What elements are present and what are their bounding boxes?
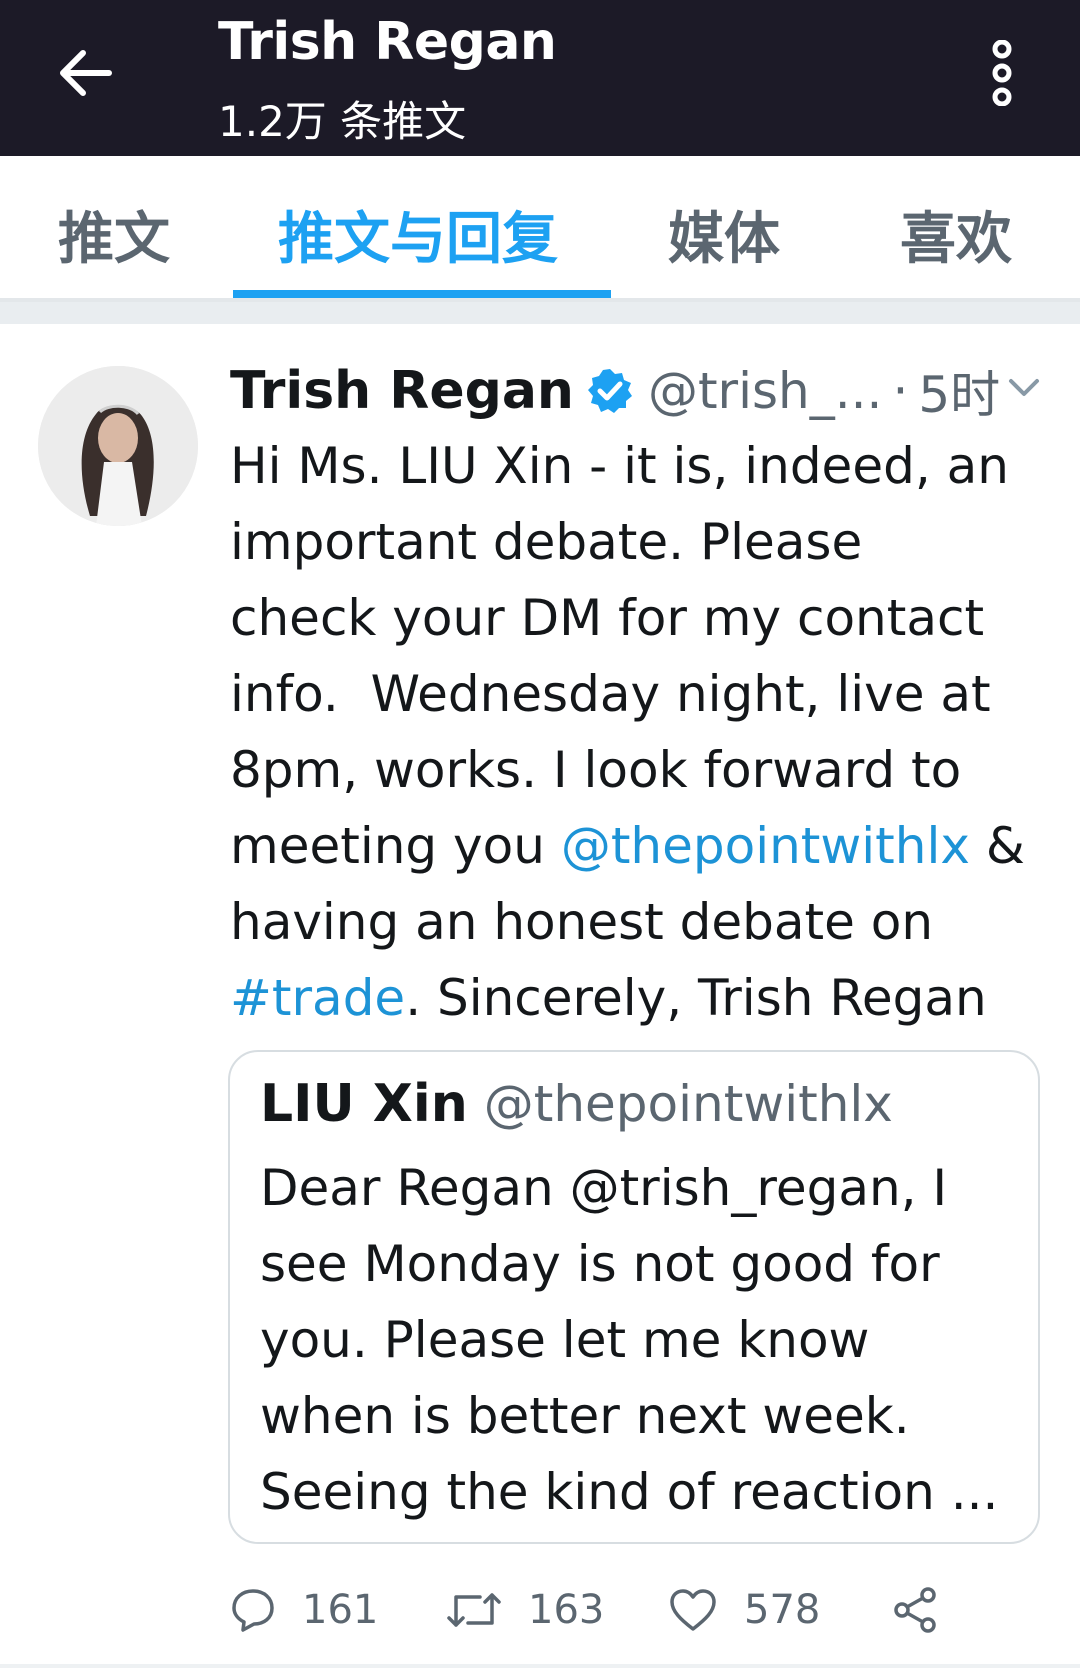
chevron-down-icon — [1009, 379, 1039, 396]
tweet-line: having an honest debate on — [230, 893, 934, 951]
tweet-text-span: . Sincerely, Trish Regan — [405, 969, 987, 1027]
tab-tweets[interactable]: 推文 — [58, 194, 170, 275]
tweet-line: 8pm, works. I look forward to — [230, 741, 962, 799]
app-bar: Trish Regan 1.2万 条推文 — [0, 0, 1080, 156]
quoted-tweet-card[interactable]: LIU Xin @thepointwithlx Dear Regan @tris… — [228, 1050, 1040, 1544]
more-vertical-icon — [992, 40, 1012, 106]
tweet-menu-button[interactable] — [1004, 368, 1044, 408]
reply-icon — [232, 1589, 274, 1632]
share-button[interactable] — [890, 1565, 940, 1655]
like-button[interactable]: 578 — [668, 1565, 820, 1655]
retweet-button[interactable]: 163 — [446, 1565, 604, 1655]
profile-tabs: 推文 推文与回复 媒体 喜欢 — [0, 156, 1080, 298]
tweet-actions: 161 163 578 — [0, 1565, 1080, 1655]
author-name[interactable]: Trish Regan — [230, 361, 574, 421]
quoted-tweet-line: when is better next week. — [260, 1387, 910, 1445]
active-tab-indicator — [233, 290, 611, 298]
reply-button[interactable]: 161 — [230, 1565, 378, 1655]
author-handle[interactable]: @trish_... — [648, 362, 882, 420]
tweet-line: check your DM for my contact — [230, 589, 985, 647]
tweet-time[interactable]: 5时 — [918, 355, 1000, 427]
tweet-line: meeting you @thepointwithlx & — [230, 808, 1060, 884]
quoted-tweet-line: see Monday is not good for — [260, 1235, 940, 1293]
verified-badge-icon — [586, 367, 634, 415]
mention-link[interactable]: @thepointwithlx — [561, 817, 970, 875]
heart-icon — [670, 1589, 716, 1631]
tweet-line: important debate. Please — [230, 513, 863, 571]
avatar-portrait-icon — [38, 366, 198, 526]
back-button[interactable] — [50, 38, 120, 108]
tab-tweets-and-replies[interactable]: 推文与回复 — [278, 194, 558, 275]
tweet-count: 1.2万 条推文 — [218, 97, 467, 146]
share-icon — [894, 1587, 936, 1633]
tweet-line: #trade. Sincerely, Trish Regan — [230, 960, 1060, 1036]
more-button[interactable] — [980, 38, 1024, 108]
tab-media[interactable]: 媒体 — [668, 194, 780, 275]
profile-title: Trish Regan — [218, 12, 557, 72]
reply-count: 161 — [302, 1587, 379, 1633]
like-count: 578 — [744, 1587, 821, 1633]
section-gap — [0, 302, 1080, 324]
quoted-tweet-line: you. Please let me know — [260, 1311, 870, 1369]
quoted-tweet-header: LIU Xin @thepointwithlx — [260, 1074, 893, 1134]
avatar[interactable] — [38, 366, 198, 526]
hashtag-link[interactable]: #trade — [230, 969, 405, 1027]
tweet-text-span: meeting you — [230, 817, 561, 875]
quoted-author-handle: @thepointwithlx — [483, 1075, 893, 1133]
tweet-line: Hi Ms. LIU Xin - it is, indeed, an — [230, 437, 1009, 495]
quoted-tweet-line: Dear Regan @trish_regan, I — [260, 1159, 948, 1217]
quoted-tweet-line: Seeing the kind of reaction ... — [260, 1463, 999, 1521]
separator-dot: · — [892, 362, 909, 420]
quoted-author-name: LIU Xin — [260, 1074, 468, 1134]
tweet-body: Hi Ms. LIU Xin - it is, indeed, an impor… — [230, 428, 1060, 1036]
tweet-line: info. Wednesday night, live at — [230, 665, 991, 723]
tweet-text-span: & — [969, 817, 1025, 875]
divider — [0, 1664, 1080, 1668]
retweet-count: 163 — [528, 1587, 605, 1633]
quoted-tweet-body: Dear Regan @trish_regan, I see Monday is… — [260, 1150, 1030, 1530]
arrow-left-icon — [60, 50, 112, 96]
tweet-header: Trish Regan @trish_... · 5时 — [230, 355, 1000, 427]
tab-likes[interactable]: 喜欢 — [900, 194, 1012, 275]
retweet-icon — [447, 1593, 501, 1627]
